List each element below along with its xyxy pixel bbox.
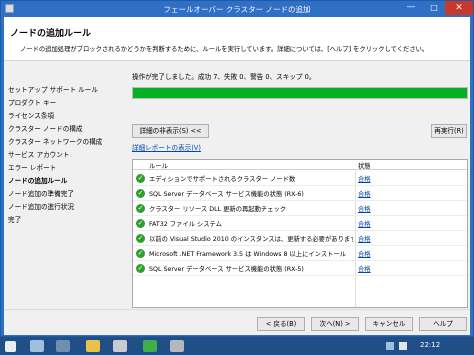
notification-icon[interactable] [399, 342, 407, 350]
minimize-button[interactable]: — [399, 1, 423, 15]
table-header: ルール 状態 [133, 160, 467, 170]
column-header-rule[interactable]: ルール [149, 161, 168, 170]
title-bar[interactable]: フェールオーバー クラスター ノードの追加 — □ ✕ [1, 1, 473, 17]
table-row[interactable]: ✓ SQL Server データベース サービス機能の状態 (RX-5) 合格 [133, 261, 467, 276]
table-row[interactable]: ✓ SQL Server データベース サービス機能の状態 (RX-6) 合格 [133, 186, 467, 201]
rule-name: クラスター リソース DLL 更新の再起動チェック [149, 206, 287, 213]
rule-name: Microsoft .NET Framework 3.5 は Windows 8… [149, 251, 347, 258]
sql-installer-icon[interactable] [113, 340, 127, 352]
table-row[interactable]: ✓ FAT32 ファイル システム 合格 [133, 216, 467, 231]
page-title: ノードの追加ルール [10, 29, 92, 39]
taskbar: 22:12 [0, 337, 474, 355]
windows-start-icon[interactable] [5, 341, 16, 352]
step-setup-support-rules[interactable]: セットアップ サポート ルール [8, 84, 98, 94]
check-icon: ✓ [136, 219, 145, 228]
back-button[interactable]: < 戻る(B) [257, 317, 305, 331]
wizard-button-bar: < 戻る(B) 次へ(N) > キャンセル ヘルプ [4, 309, 470, 335]
rule-status-link[interactable]: 合格 [358, 219, 371, 228]
wizard-steps: セットアップ サポート ルール プロダクト キー ライセンス条項 クラスター ノ… [4, 62, 122, 330]
check-icon: ✓ [136, 189, 145, 198]
page-description: ノードの追加処理がブロックされるかどうかを判断するために、ルールを実行しています… [20, 46, 429, 53]
step-add-node-rules[interactable]: ノードの追加ルール [8, 175, 67, 185]
page-header: ノードの追加ルール ノードの追加処理がブロックされるかどうかを判断するために、ル… [4, 17, 470, 61]
operation-status: 操作が完了しました。成功 7、失敗 0、警告 0、スキップ 0。 [132, 73, 316, 81]
hide-details-button[interactable]: 詳細の非表示(S) << [132, 124, 209, 138]
check-icon: ✓ [136, 234, 145, 243]
rerun-button[interactable]: 再実行(R) [431, 124, 467, 138]
rule-status-link[interactable]: 合格 [358, 189, 371, 198]
network-icon[interactable] [386, 342, 394, 350]
table-row[interactable]: ✓ エディションでサポートされるクラスター ノード数 合格 [133, 171, 467, 186]
rule-status-link[interactable]: 合格 [358, 234, 371, 243]
table-row[interactable]: ✓ Microsoft .NET Framework 3.5 は Windows… [133, 246, 467, 261]
step-license-terms[interactable]: ライセンス条項 [8, 110, 54, 120]
powershell-icon[interactable] [56, 340, 70, 352]
step-complete[interactable]: 完了 [8, 214, 21, 224]
rule-name: SQL Server データベース サービス機能の状態 (RX-5) [149, 266, 304, 273]
rule-name: エディションでサポートされるクラスター ノード数 [149, 176, 296, 183]
help-button[interactable]: ヘルプ [419, 317, 467, 331]
progress-bar [132, 87, 468, 99]
step-product-key[interactable]: プロダクト キー [8, 97, 56, 107]
installer-window: フェールオーバー クラスター ノードの追加 — □ ✕ ノードの追加ルール ノー… [0, 0, 474, 337]
rule-name: 以前の Visual Studio 2010 のインスタンスは、更新する必要があ… [149, 236, 353, 243]
step-service-accounts[interactable]: サービス アカウント [8, 149, 69, 159]
check-icon: ✓ [136, 174, 145, 183]
maximize-button[interactable]: □ [423, 1, 445, 15]
progress-fill [133, 88, 467, 98]
rule-name: FAT32 ファイル システム [149, 221, 222, 228]
next-button[interactable]: 次へ(N) > [311, 317, 359, 331]
rules-table: ルール 状態 ✓ エディションでサポートされるクラスター ノード数 合格 ✓ S… [132, 159, 468, 308]
step-add-node-progress[interactable]: ノード追加の進行状況 [8, 201, 74, 211]
dialog-client-area: ノードの追加ルール ノードの追加処理がブロックされるかどうかを判断するために、ル… [4, 17, 470, 335]
view-detailed-report-link[interactable]: 詳細レポートの表示(V) [132, 142, 201, 152]
rules-content: 操作が完了しました。成功 7、失敗 0、警告 0、スキップ 0。 詳細の非表示(… [128, 62, 468, 312]
step-ready-to-add-node[interactable]: ノード追加の準備完了 [8, 188, 74, 198]
rule-status-link[interactable]: 合格 [358, 249, 371, 258]
table-row[interactable]: ✓ 以前の Visual Studio 2010 のインスタンスは、更新する必要… [133, 231, 467, 246]
taskbar-clock[interactable]: 22:12 [420, 341, 440, 349]
check-icon: ✓ [136, 264, 145, 273]
setup-wizard-icon[interactable] [143, 340, 157, 352]
file-explorer-icon[interactable] [86, 340, 100, 352]
step-cluster-network-config[interactable]: クラスター ネットワークの構成 [8, 136, 102, 146]
step-cluster-node-config[interactable]: クラスター ノードの構成 [8, 123, 83, 133]
close-button[interactable]: ✕ [445, 1, 473, 15]
step-error-reporting[interactable]: エラー レポート [8, 162, 56, 172]
rule-status-link[interactable]: 合格 [358, 204, 371, 213]
table-row[interactable]: ✓ クラスター リソース DLL 更新の再起動チェック 合格 [133, 201, 467, 216]
column-header-status[interactable]: 状態 [358, 161, 371, 170]
check-icon: ✓ [136, 204, 145, 213]
cancel-button[interactable]: キャンセル [365, 317, 413, 331]
rule-status-link[interactable]: 合格 [358, 174, 371, 183]
check-icon: ✓ [136, 249, 145, 258]
rule-name: SQL Server データベース サービス機能の状態 (RX-6) [149, 191, 304, 198]
app-icon[interactable] [170, 340, 184, 352]
server-manager-icon[interactable] [30, 340, 44, 352]
rule-status-link[interactable]: 合格 [358, 264, 371, 273]
